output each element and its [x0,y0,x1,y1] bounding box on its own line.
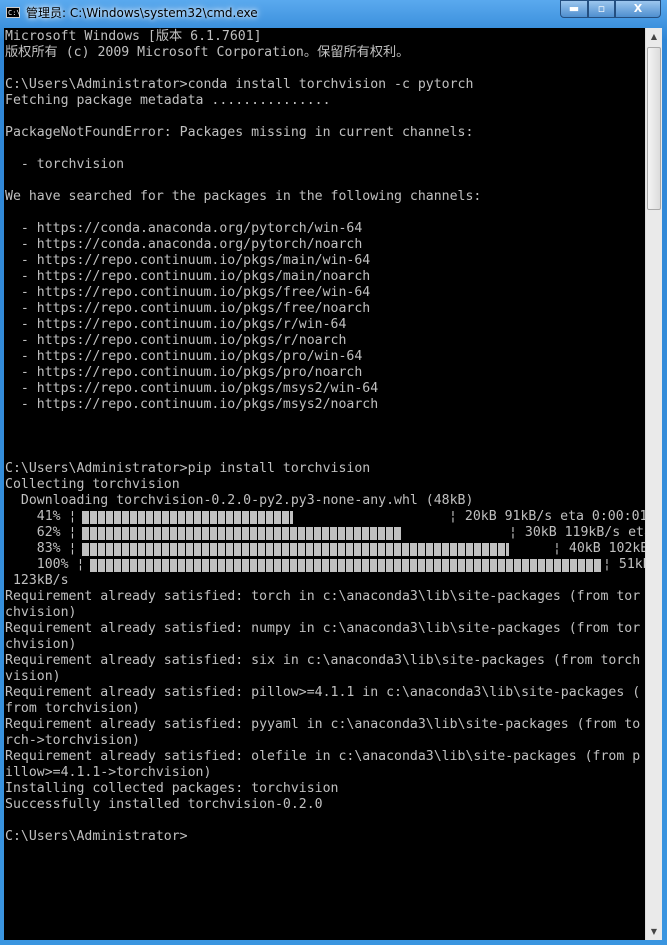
vertical-scrollbar[interactable]: ▲ ▼ [645,28,662,940]
maximize-button[interactable]: ▫ [588,0,615,18]
progress-row: 83% ¦ ¦ 40kB 102kB [5,541,645,557]
console-line: - https://repo.continuum.io/pkgs/pro/noa… [5,365,363,380]
progress-bar-fill [81,543,509,556]
console-lines: Microsoft Windows [版本 6.1.7601] 版权所有 (c) … [5,29,645,845]
console-line: PackageNotFoundError: Packages missing i… [5,125,474,140]
console-line: - https://conda.anaconda.org/pytorch/noa… [5,237,363,252]
console-line: 123kB/s [5,573,69,588]
console-line: - https://repo.continuum.io/pkgs/r/win-6… [5,317,347,332]
console-line: chvision) [5,605,77,620]
console-line: - https://repo.continuum.io/pkgs/msys2/n… [5,397,379,412]
console-line: C:\Users\Administrator>conda install tor… [5,77,474,92]
console-line: Downloading torchvision-0.2.0-py2.py3-no… [5,493,474,508]
console-line: from torchvision) [5,701,140,716]
progress-status: ¦ 40kB 102kB [553,541,645,556]
console-line: Fetching package metadata ..............… [5,93,331,108]
console-line: C:\Users\Administrator>pip install torch… [5,461,371,476]
minimize-button[interactable]: ▬ [560,0,588,18]
window-title: 管理员: C:\Windows\system32\cmd.exe [26,6,258,20]
progress-percent: 100% ¦ [5,557,85,572]
console-line: chvision) [5,637,77,652]
console-line: illow>=4.1.1->torchvision) [5,765,212,780]
console-line: Requirement already satisfied: pyyaml in… [5,717,641,732]
console-line: Microsoft Windows [版本 6.1.7601] [5,29,262,44]
progress-row: 41% ¦ ¦ 20kB 91kB/s eta 0:00:01 [5,509,645,525]
console-line: vision) [5,669,61,684]
console-line: - https://repo.continuum.io/pkgs/free/no… [5,301,371,316]
console-line: We have searched for the packages in the… [5,189,482,204]
console-line: 版权所有 (c) 2009 Microsoft Corporation。保留所有… [5,45,410,60]
console-line: - https://repo.continuum.io/pkgs/main/wi… [5,253,371,268]
console-line: rch->torchvision) [5,733,140,748]
window-frame: C:\ 管理员: C:\Windows\system32\cmd.exe ▬ ▫… [0,0,667,945]
scroll-up-arrow-icon[interactable]: ▲ [646,28,662,45]
console-line: Requirement already satisfied: six in c:… [5,653,641,668]
scrollbar-thumb[interactable] [647,47,661,210]
progress-status: ¦ 20kB 91kB/s eta 0:00:01 [449,509,645,524]
console-line: Successfully installed torchvision-0.2.0 [5,797,323,812]
console-line: Requirement already satisfied: numpy in … [5,621,641,636]
console-output[interactable]: Microsoft Windows [版本 6.1.7601] 版权所有 (c) … [4,28,645,940]
progress-bar-fill [81,527,401,540]
console-line: - torchvision [5,157,125,172]
console-line: - https://repo.continuum.io/pkgs/msys2/w… [5,381,379,396]
progress-status: ¦ 51kB [603,557,645,572]
console-line: - https://repo.continuum.io/pkgs/pro/win… [5,349,363,364]
title-bar[interactable]: C:\ 管理员: C:\Windows\system32\cmd.exe ▬ ▫… [0,0,667,28]
scroll-down-arrow-icon[interactable]: ▼ [646,923,662,940]
progress-row: 62% ¦ ¦ 30kB 119kB/s eta [5,525,645,541]
console-line: - https://conda.anaconda.org/pytorch/win… [5,221,363,236]
console-line: - https://repo.continuum.io/pkgs/free/wi… [5,285,371,300]
console-line: Collecting torchvision [5,477,180,492]
progress-percent: 41% ¦ [5,509,77,524]
console-line: Installing collected packages: torchvisi… [5,781,339,796]
progress-bar-fill [81,511,293,524]
console-line: Requirement already satisfied: pillow>=4… [5,685,641,700]
progress-bar-fill [89,559,601,572]
progress-percent: 62% ¦ [5,525,77,540]
close-button[interactable]: X [615,0,661,18]
progress-status: ¦ 30kB 119kB/s eta [509,525,645,540]
progress-row: 100% ¦ ¦ 51kB [5,557,645,573]
progress-percent: 83% ¦ [5,541,77,556]
console-line: C:\Users\Administrator> [5,829,188,844]
console-line: Requirement already satisfied: torch in … [5,589,641,604]
cmd-icon: C:\ [6,7,21,18]
console-line: - https://repo.continuum.io/pkgs/main/no… [5,269,371,284]
console-line: - https://repo.continuum.io/pkgs/r/noarc… [5,333,347,348]
console-line: Requirement already satisfied: olefile i… [5,749,641,764]
